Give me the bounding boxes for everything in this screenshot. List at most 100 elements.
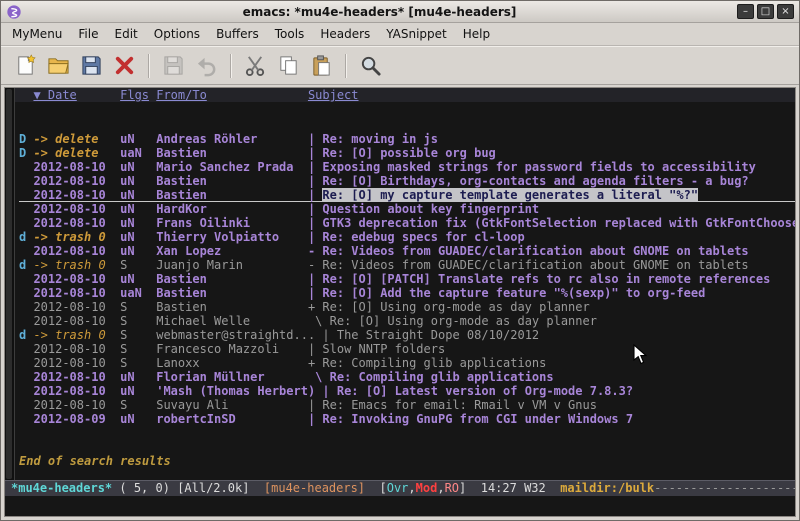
modeline-flag-ovr: Ovr bbox=[387, 481, 409, 495]
column-date[interactable]: ▼ Date bbox=[33, 88, 120, 102]
message-row[interactable]: 2012-08-10SFrancesco Mazzoli | Slow NNTP… bbox=[19, 342, 795, 356]
thread-prefix: - bbox=[308, 258, 322, 272]
mark-action: -> delete bbox=[33, 132, 120, 146]
modeline-position: ( 5, 0) bbox=[112, 481, 177, 495]
message-subject: Re: Videos from GUADEC/clarification abo… bbox=[322, 244, 748, 258]
close-button[interactable]: × bbox=[777, 4, 794, 19]
scrollbar-thumb[interactable] bbox=[6, 89, 12, 479]
menu-item-buffers[interactable]: Buffers bbox=[208, 24, 267, 44]
copy-button[interactable] bbox=[273, 51, 304, 81]
message-from: Bastien bbox=[156, 188, 308, 202]
message-flags: S bbox=[120, 356, 156, 370]
mark-action: -> trash 0 bbox=[33, 230, 120, 244]
message-flags: S bbox=[120, 328, 156, 342]
message-flags: S bbox=[120, 300, 156, 314]
open-file-button[interactable] bbox=[43, 51, 74, 81]
kill-buffer-button[interactable] bbox=[109, 51, 140, 81]
message-row[interactable]: 2012-08-10SBastien + Re: [O] Using org-m… bbox=[19, 300, 795, 314]
toolbar-separator bbox=[345, 54, 347, 78]
message-row[interactable]: 2012-08-10uNHardKor | Question about key… bbox=[19, 202, 795, 216]
paste-button[interactable] bbox=[306, 51, 337, 81]
message-row[interactable]: D-> deleteuNAndreas Röhler | Re: moving … bbox=[19, 132, 795, 146]
message-flags: uN bbox=[120, 230, 156, 244]
message-from: Bastien bbox=[156, 146, 308, 160]
message-row[interactable]: 2012-08-10uNFlorian Müllner \ Re: Compil… bbox=[19, 370, 795, 384]
message-row[interactable]: 2012-08-10uNXan Lopez - Re: Videos from … bbox=[19, 244, 795, 258]
message-from: robertcInSD bbox=[156, 412, 308, 426]
message-date: 2012-08-10 bbox=[33, 160, 120, 174]
message-row[interactable]: 2012-08-10uNBastien | Re: [O] [PATCH] Tr… bbox=[19, 272, 795, 286]
message-row[interactable]: 2012-08-10uNFrans Oilinki | GTK3 depreca… bbox=[19, 216, 795, 230]
menu-item-file[interactable]: File bbox=[70, 24, 106, 44]
message-subject: Re: [O] Latest version of Org-mode 7.8.3… bbox=[337, 384, 633, 398]
end-of-results: End of search results bbox=[19, 454, 795, 468]
message-subject: Re: moving in js bbox=[322, 132, 438, 146]
message-row[interactable]: 2012-08-09uNrobertcInSD | Re: Invoking G… bbox=[19, 412, 795, 426]
save-buffer-button[interactable] bbox=[76, 51, 107, 81]
menu-item-edit[interactable]: Edit bbox=[107, 24, 146, 44]
message-flags: uN bbox=[120, 160, 156, 174]
undo-icon bbox=[195, 54, 218, 77]
message-from: Suvayu Ali bbox=[156, 398, 308, 412]
message-subject: Exposing masked strings for password fie… bbox=[322, 160, 755, 174]
text-column: ▼ DateFlgsFrom/ToSubject D-> deleteuNAnd… bbox=[15, 88, 795, 480]
headers-buffer[interactable]: D-> deleteuNAndreas Röhler | Re: moving … bbox=[15, 102, 795, 480]
menu-item-help[interactable]: Help bbox=[455, 24, 498, 44]
message-row[interactable]: 2012-08-10uNMario Sanchez Prada | Exposi… bbox=[19, 160, 795, 174]
message-row[interactable]: d-> trash 0uNThierry Volpiatto | Re: ede… bbox=[19, 230, 795, 244]
message-from: Francesco Mazzoli bbox=[156, 342, 308, 356]
column-subject[interactable]: Subject bbox=[308, 88, 359, 102]
message-from: Xan Lopez bbox=[156, 244, 308, 258]
scrollbar[interactable] bbox=[5, 88, 15, 480]
message-row[interactable]: 2012-08-10SLanoxx + Re: Compiling glib a… bbox=[19, 356, 795, 370]
message-row[interactable]: d-> trash 0SJuanjo Marin - Re: Videos fr… bbox=[19, 258, 795, 272]
message-subject: Question about key fingerprint bbox=[322, 202, 539, 216]
cut-button[interactable] bbox=[240, 51, 271, 81]
message-from: Bastien bbox=[156, 272, 308, 286]
column-flags[interactable]: Flgs bbox=[120, 88, 156, 102]
menu-item-yasnippet[interactable]: YASnippet bbox=[378, 24, 455, 44]
title-bar[interactable]: emacs: *mu4e-headers* [mu4e-headers] –□× bbox=[1, 1, 799, 23]
menu-item-options[interactable]: Options bbox=[146, 24, 208, 44]
thread-prefix: | bbox=[322, 328, 336, 342]
modeline-time: 14:27 bbox=[481, 481, 524, 495]
message-row[interactable]: 2012-08-10uNBastien | Re: [O] Birthdays,… bbox=[19, 174, 795, 188]
message-flags: uN bbox=[120, 174, 156, 188]
mark-indicator: D bbox=[19, 146, 33, 160]
search-button[interactable] bbox=[355, 51, 386, 81]
message-row[interactable]: 2012-08-10SSuvayu Ali | Re: Emacs for em… bbox=[19, 398, 795, 412]
modeline-dashes: ----------------------------------------… bbox=[654, 481, 795, 495]
frame-padding: ▼ DateFlgsFrom/ToSubject D-> deleteuNAnd… bbox=[1, 85, 799, 520]
message-row[interactable]: 2012-08-10uaNBastien | Re: [O] Add the c… bbox=[19, 286, 795, 300]
emacs-window: emacs: *mu4e-headers* [mu4e-headers] –□×… bbox=[0, 0, 800, 521]
message-from: Andreas Röhler bbox=[156, 132, 308, 146]
message-row[interactable]: 2012-08-10uN'Mash (Thomas Herbert) | Re:… bbox=[19, 384, 795, 398]
undo-button bbox=[191, 51, 222, 81]
thread-prefix: | bbox=[322, 384, 336, 398]
search-icon bbox=[359, 54, 382, 77]
message-from: Lanoxx bbox=[156, 356, 308, 370]
message-row[interactable]: 2012-08-10SMichael Welle \ Re: [O] Using… bbox=[19, 314, 795, 328]
message-list: D-> deleteuNAndreas Röhler | Re: moving … bbox=[19, 132, 795, 426]
new-file-button[interactable] bbox=[10, 51, 41, 81]
message-from: Bastien bbox=[156, 300, 308, 314]
menu-item-mymenu[interactable]: MyMenu bbox=[4, 24, 70, 44]
message-from: Bastien bbox=[156, 174, 308, 188]
mark-indicator: d bbox=[19, 230, 33, 244]
message-from: Thierry Volpiatto bbox=[156, 230, 308, 244]
column-from-to[interactable]: From/To bbox=[156, 88, 308, 102]
menu-item-tools[interactable]: Tools bbox=[267, 24, 313, 44]
message-flags: uN bbox=[120, 272, 156, 286]
headers-column-header[interactable]: ▼ DateFlgsFrom/ToSubject bbox=[15, 88, 795, 102]
message-row[interactable]: D-> deleteuaNBastien | Re: [O] possible … bbox=[19, 146, 795, 160]
thread-prefix: \ bbox=[308, 370, 330, 384]
menu-item-headers[interactable]: Headers bbox=[312, 24, 378, 44]
message-subject: Re: [O] my capture template generates a … bbox=[322, 188, 698, 202]
maximize-button[interactable]: □ bbox=[757, 4, 774, 19]
message-flags: uaN bbox=[120, 146, 156, 160]
message-row-current[interactable]: 2012-08-10uNBastien | Re: [O] my capture… bbox=[19, 188, 795, 202]
message-row[interactable]: d-> trash 0Swebmaster@straightd... | The… bbox=[19, 328, 795, 342]
minimize-button[interactable]: – bbox=[737, 4, 754, 19]
modeline-major-mode: [mu4e-headers] bbox=[264, 481, 365, 495]
minibuffer-echo-area[interactable] bbox=[5, 496, 795, 516]
